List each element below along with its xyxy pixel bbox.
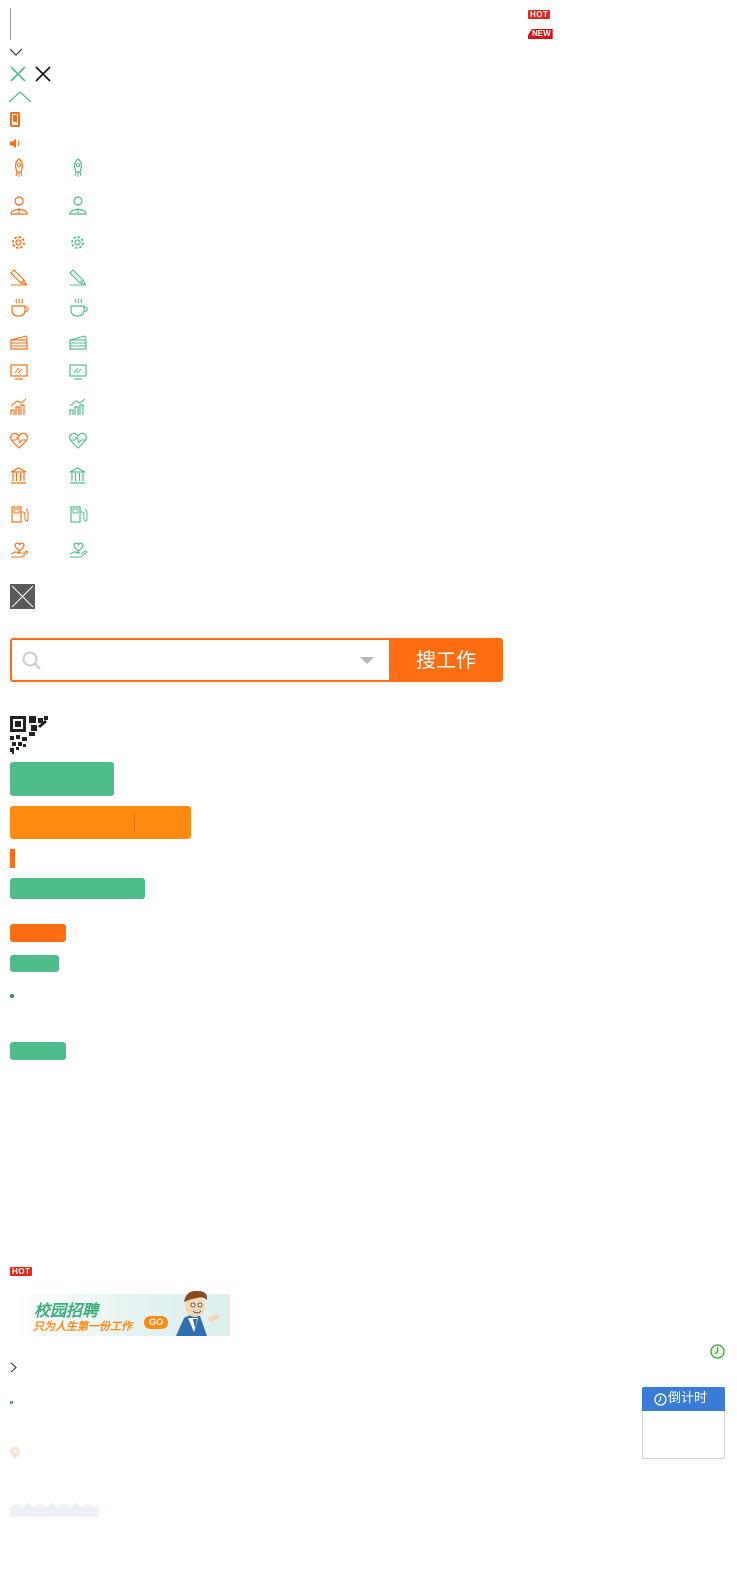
green-tag-2[interactable] xyxy=(10,1042,66,1060)
monitor-icon xyxy=(69,364,87,381)
rocket-icon xyxy=(69,158,87,178)
speaker-icon xyxy=(10,138,22,149)
fuel-pump-icon xyxy=(10,506,29,523)
text-cursor xyxy=(10,8,11,40)
cartoon-man-icon xyxy=(170,1288,228,1336)
close-icon[interactable] xyxy=(35,66,51,82)
bullet-dot-2 xyxy=(10,1401,13,1404)
countdown-label: 倒计时 xyxy=(668,1391,708,1406)
search-input[interactable] xyxy=(50,648,354,674)
clock-icon xyxy=(710,1344,725,1359)
zigzag-placeholder xyxy=(10,1503,99,1517)
coffee-icon xyxy=(69,298,89,318)
chevron-right-icon[interactable] xyxy=(10,1362,17,1373)
clapperboard-icon xyxy=(10,334,28,350)
bank-icon xyxy=(69,467,86,484)
gear-icon xyxy=(69,234,86,251)
search-button[interactable]: 搜工作 xyxy=(389,638,503,682)
gear-icon xyxy=(10,234,27,251)
fuel-pump-icon xyxy=(69,506,88,523)
bullet-dot xyxy=(10,994,14,998)
clapperboard-icon xyxy=(69,334,87,350)
coffee-icon xyxy=(10,298,30,318)
location-pin-icon xyxy=(10,1446,20,1460)
orange-split-button[interactable] xyxy=(10,806,191,839)
section-marker xyxy=(10,849,15,868)
heartbeat-icon xyxy=(10,432,28,449)
banner-subtitle: 只为人生第一份工作 xyxy=(33,1320,132,1333)
hand-heart-icon xyxy=(69,542,88,559)
pen-icon xyxy=(69,268,87,286)
growth-chart-icon xyxy=(10,398,28,416)
new-badge: NEW xyxy=(528,29,553,39)
mobile-phone-icon xyxy=(10,112,20,127)
rocket-icon xyxy=(10,158,28,178)
green-tag-bar xyxy=(10,878,145,899)
close-icon-green[interactable] xyxy=(10,66,26,82)
countdown-clock-icon xyxy=(654,1393,667,1406)
monitor-icon xyxy=(10,364,28,381)
button-divider xyxy=(134,814,135,831)
countdown-widget[interactable]: 倒计时 xyxy=(642,1387,725,1459)
bank-icon xyxy=(10,467,27,484)
growth-chart-icon xyxy=(69,398,87,416)
hot-badge-2: HOT xyxy=(10,1267,33,1276)
hand-heart-icon xyxy=(10,542,29,559)
pen-icon xyxy=(10,268,28,286)
go-badge[interactable]: GO xyxy=(144,1316,168,1329)
qr-code-icon[interactable] xyxy=(10,716,48,754)
close-square-icon[interactable] xyxy=(10,584,35,609)
heartbeat-icon xyxy=(69,432,87,449)
orange-tag[interactable] xyxy=(10,924,66,942)
chevron-down-icon[interactable] xyxy=(9,48,23,56)
green-action-button[interactable] xyxy=(10,762,114,796)
person-icon xyxy=(10,196,28,216)
dropdown-arrow-icon[interactable] xyxy=(360,657,374,665)
campus-recruitment-banner[interactable]: 校园招聘 只为人生第一份工作 GO xyxy=(10,1288,230,1336)
green-tag[interactable] xyxy=(10,955,59,972)
hot-badge: HOT xyxy=(528,10,551,19)
chevron-up-icon[interactable] xyxy=(8,91,32,103)
search-icon xyxy=(22,651,42,671)
search-bar xyxy=(10,638,389,682)
person-icon xyxy=(69,196,87,216)
